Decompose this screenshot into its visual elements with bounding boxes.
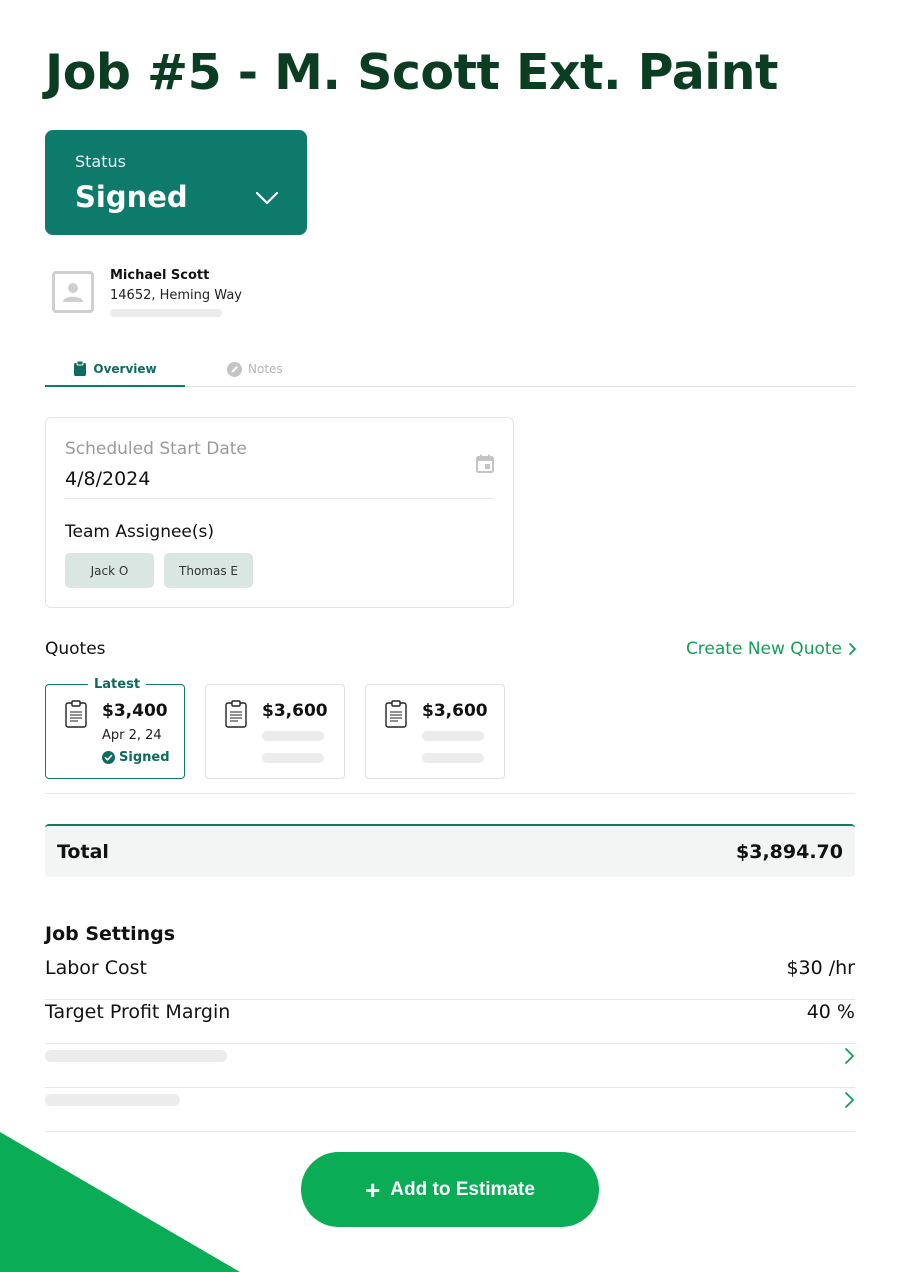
quote-card[interactable]: Latest $3,400 Apr 2, 24 Signed (45, 677, 185, 779)
loading-placeholder (45, 1094, 180, 1106)
loading-placeholder (262, 731, 324, 741)
status-label: Status (75, 152, 126, 171)
decorative-corner-shape (0, 1132, 240, 1272)
quote-document-icon (65, 700, 87, 728)
profit-margin-label: Target Profit Margin (45, 1001, 231, 1023)
start-date-value[interactable]: 4/8/2024 (65, 468, 150, 490)
labor-cost-value: $30 /hr (786, 957, 855, 979)
setting-row-placeholder[interactable] (45, 1088, 855, 1132)
customer-address: 14652, Heming Way (110, 288, 242, 303)
latest-badge: Latest (88, 677, 147, 692)
assignee-chip[interactable]: Jack O (65, 553, 154, 588)
start-date-label: Scheduled Start Date (65, 439, 247, 459)
quote-date: Apr 2, 24 (102, 728, 162, 743)
quote-amount: $3,600 (422, 701, 488, 721)
check-circle-icon (102, 751, 115, 764)
setting-row-placeholder[interactable] (45, 1044, 855, 1088)
chevron-down-icon (255, 191, 279, 205)
job-settings-title: Job Settings (45, 923, 176, 945)
add-to-estimate-button[interactable]: + Add to Estimate (301, 1152, 599, 1227)
assignee-chip[interactable]: Thomas E (164, 553, 253, 588)
add-to-estimate-label: Add to Estimate (390, 1178, 535, 1200)
quote-document-icon (385, 700, 407, 728)
quotes-label: Quotes (45, 639, 106, 659)
status-dropdown[interactable]: Status Signed (45, 130, 307, 235)
create-quote-label: Create New Quote (685, 639, 842, 659)
tab-notes-label: Notes (248, 362, 283, 376)
quote-status-label: Signed (119, 750, 170, 765)
quote-card[interactable]: $3,600 (205, 684, 345, 779)
tab-notes[interactable]: Notes (227, 352, 283, 386)
loading-placeholder (422, 753, 484, 763)
chevron-right-icon (845, 1092, 854, 1108)
profit-margin-row[interactable]: Target Profit Margin 40 % (45, 1000, 855, 1044)
quote-amount: $3,600 (262, 701, 328, 721)
loading-placeholder (262, 753, 324, 763)
quote-card[interactable]: $3,600 (365, 684, 505, 779)
divider (45, 793, 855, 794)
total-bar: Total $3,894.70 (45, 824, 855, 877)
loading-placeholder (45, 1050, 227, 1062)
labor-cost-label: Labor Cost (45, 957, 148, 979)
contact-avatar-icon (52, 271, 94, 313)
labor-cost-row[interactable]: Labor Cost $30 /hr (45, 956, 855, 1000)
total-value: $3,894.70 (736, 841, 843, 863)
clipboard-icon (74, 361, 87, 376)
tab-overview[interactable]: Overview (45, 352, 185, 387)
profit-margin-value: 40 % (806, 1001, 855, 1023)
chevron-right-icon (845, 1048, 854, 1064)
quote-status: Signed (102, 750, 170, 765)
customer-name: Michael Scott (110, 268, 210, 283)
plus-icon: + (365, 1174, 381, 1205)
schedule-card: Scheduled Start Date 4/8/2024 Team Assig… (45, 417, 514, 608)
tab-overview-label: Overview (93, 361, 157, 376)
loading-placeholder (110, 309, 222, 317)
status-value: Signed (75, 180, 188, 214)
calendar-icon[interactable] (475, 454, 495, 474)
quote-document-icon (225, 700, 247, 728)
team-assignee-label: Team Assignee(s) (65, 522, 215, 542)
divider (65, 498, 494, 499)
pencil-icon (227, 361, 242, 377)
total-label: Total (57, 841, 109, 863)
quote-amount: $3,400 (102, 701, 168, 721)
loading-placeholder (422, 731, 484, 741)
page-title: Job #5 - M. Scott Ext. Paint (45, 44, 778, 101)
create-new-quote-link[interactable]: Create New Quote (686, 639, 857, 659)
tab-bar: Overview Notes (45, 352, 855, 387)
chevron-right-icon (849, 643, 856, 655)
